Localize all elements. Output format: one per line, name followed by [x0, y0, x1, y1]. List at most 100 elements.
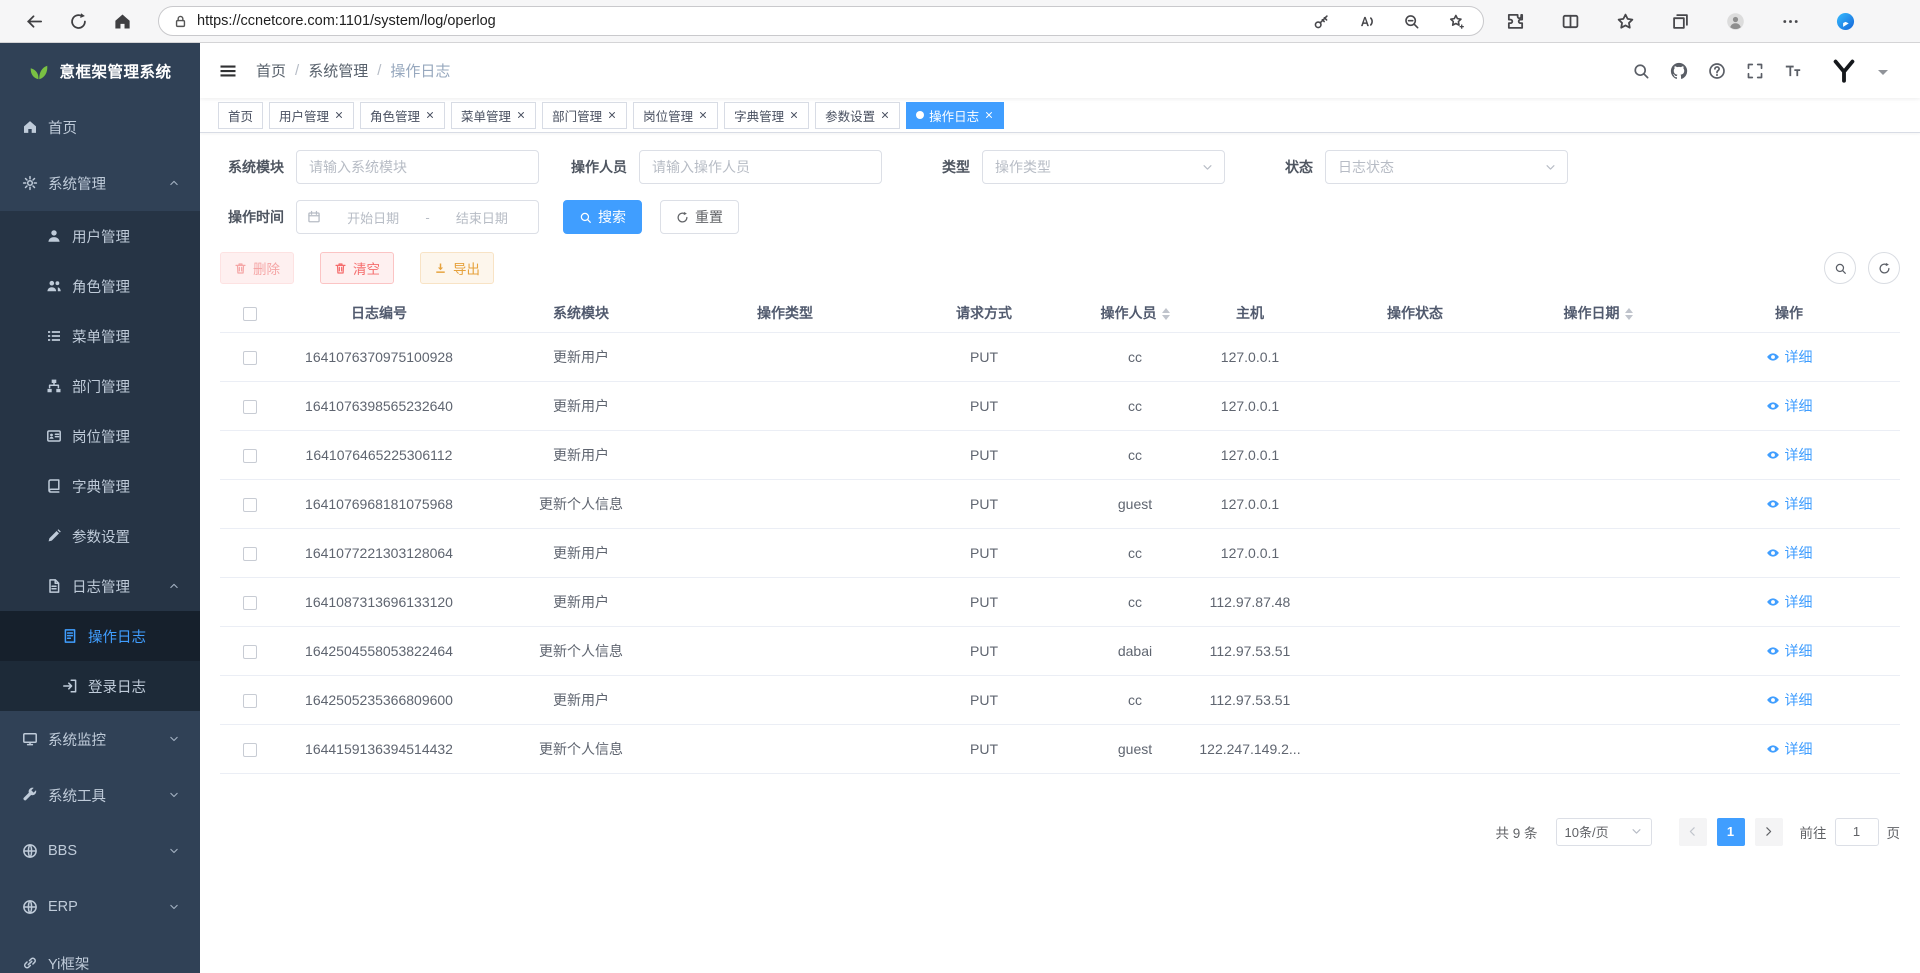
row-checkbox[interactable]: [243, 694, 257, 708]
tab-oper-log[interactable]: 操作日志: [906, 102, 1004, 129]
zoom-icon[interactable]: [1403, 13, 1420, 30]
sidebar-item-login-log[interactable]: 登录日志: [0, 661, 200, 711]
sidebar-item-bbs[interactable]: BBS: [0, 823, 200, 879]
toggle-search-button[interactable]: [1824, 252, 1856, 284]
extensions-icon[interactable]: [1506, 12, 1525, 31]
row-checkbox[interactable]: [243, 498, 257, 512]
reset-button[interactable]: 重置: [660, 200, 739, 234]
sidebar-item-oper-log[interactable]: 操作日志: [0, 611, 200, 661]
browser-home-button[interactable]: [100, 4, 144, 38]
sidebar-item-system-monitor[interactable]: 系统监控: [0, 711, 200, 767]
column-header-date[interactable]: 操作日期: [1518, 294, 1678, 332]
sort-caret-icon[interactable]: [1162, 308, 1170, 320]
select-all-checkbox[interactable]: [243, 307, 257, 321]
sidebar-item-dict-mgmt[interactable]: 字典管理: [0, 461, 200, 511]
operator-filter-input[interactable]: [639, 150, 882, 184]
add-favorite-star-icon[interactable]: [1448, 13, 1465, 30]
fullscreen-icon[interactable]: [1746, 62, 1764, 80]
row-checkbox[interactable]: [243, 449, 257, 463]
tab-close-icon[interactable]: [789, 110, 799, 120]
table-refresh-button[interactable]: [1868, 252, 1900, 284]
sidebar-item-param-settings[interactable]: 参数设置: [0, 511, 200, 561]
detail-link[interactable]: 详细: [1766, 592, 1813, 612]
sidebar-item-system-tools[interactable]: 系统工具: [0, 767, 200, 823]
export-button[interactable]: 导出: [420, 252, 494, 284]
user-menu-caret-icon[interactable]: [1878, 70, 1888, 80]
row-checkbox[interactable]: [243, 743, 257, 757]
sidebar-item-erp[interactable]: ERP: [0, 879, 200, 935]
row-checkbox[interactable]: [243, 596, 257, 610]
sidebar-item-menu-mgmt[interactable]: 菜单管理: [0, 311, 200, 361]
row-checkbox[interactable]: [243, 400, 257, 414]
detail-link[interactable]: 详细: [1766, 445, 1813, 465]
goto-page-input[interactable]: [1835, 818, 1879, 846]
url-text[interactable]: https://ccnetcore.com:1101/system/log/op…: [197, 13, 1313, 29]
favorites-bar-icon[interactable]: [1616, 12, 1635, 31]
column-header-operator[interactable]: 操作人员: [1082, 294, 1188, 332]
detail-link[interactable]: 详细: [1766, 739, 1813, 759]
tab-home[interactable]: 首页: [218, 102, 263, 129]
sidebar-item-dept-mgmt[interactable]: 部门管理: [0, 361, 200, 411]
page-size-select[interactable]: 10条/页: [1556, 818, 1652, 846]
sidebar-item-yi-framework[interactable]: Yi框架: [0, 935, 200, 973]
tab-close-icon[interactable]: [425, 110, 435, 120]
user-avatar[interactable]: [1830, 57, 1858, 85]
end-date-placeholder[interactable]: 结束日期: [436, 208, 528, 227]
delete-button[interactable]: 删除: [220, 252, 294, 284]
sidebar-toggle-icon[interactable]: [218, 61, 238, 81]
password-manager-icon[interactable]: [1313, 13, 1330, 30]
tab-dict-mgmt[interactable]: 字典管理: [724, 102, 809, 129]
tab-menu-mgmt[interactable]: 菜单管理: [451, 102, 536, 129]
tab-role-mgmt[interactable]: 角色管理: [360, 102, 445, 129]
help-icon[interactable]: [1708, 62, 1726, 80]
tab-post-mgmt[interactable]: 岗位管理: [633, 102, 718, 129]
sidebar-item-system-mgmt[interactable]: 系统管理: [0, 155, 200, 211]
next-page-button[interactable]: [1755, 818, 1783, 846]
status-select[interactable]: 日志状态: [1325, 150, 1568, 184]
date-range-picker[interactable]: 开始日期 - 结束日期: [296, 200, 539, 234]
tab-close-icon[interactable]: [516, 110, 526, 120]
sidebar-item-post-mgmt[interactable]: 岗位管理: [0, 411, 200, 461]
tab-close-icon[interactable]: [607, 110, 617, 120]
detail-link[interactable]: 详细: [1766, 543, 1813, 563]
collections-icon[interactable]: [1671, 12, 1690, 31]
tab-close-icon[interactable]: [984, 110, 994, 120]
sidebar-item-log-mgmt[interactable]: 日志管理: [0, 561, 200, 611]
tab-close-icon[interactable]: [334, 110, 344, 120]
sidebar-item-home[interactable]: 首页: [0, 99, 200, 155]
sidebar-item-role-mgmt[interactable]: 角色管理: [0, 261, 200, 311]
detail-link[interactable]: 详细: [1766, 494, 1813, 514]
bing-icon[interactable]: [1836, 12, 1855, 31]
github-icon[interactable]: [1670, 62, 1688, 80]
font-size-icon[interactable]: [1784, 62, 1802, 80]
split-screen-icon[interactable]: [1561, 12, 1580, 31]
clear-button[interactable]: 清空: [320, 252, 394, 284]
tab-dept-mgmt[interactable]: 部门管理: [542, 102, 627, 129]
breadcrumb-item[interactable]: 首页: [256, 60, 286, 81]
start-date-placeholder[interactable]: 开始日期: [327, 208, 419, 227]
browser-reload-button[interactable]: [56, 4, 100, 38]
prev-page-button[interactable]: [1679, 818, 1707, 846]
row-checkbox[interactable]: [243, 351, 257, 365]
tab-close-icon[interactable]: [880, 110, 890, 120]
tab-close-icon[interactable]: [698, 110, 708, 120]
browser-back-button[interactable]: [12, 4, 56, 38]
page-1-button[interactable]: 1: [1717, 818, 1745, 846]
detail-link[interactable]: 详细: [1766, 641, 1813, 661]
tab-user-mgmt[interactable]: 用户管理: [269, 102, 354, 129]
browser-more-menu-icon[interactable]: [1781, 12, 1800, 31]
sort-caret-icon[interactable]: [1625, 308, 1633, 320]
detail-link[interactable]: 详细: [1766, 347, 1813, 367]
row-checkbox[interactable]: [243, 547, 257, 561]
row-checkbox[interactable]: [243, 645, 257, 659]
breadcrumb-item[interactable]: 系统管理: [308, 60, 368, 81]
detail-link[interactable]: 详细: [1766, 396, 1813, 416]
tab-param-settings[interactable]: 参数设置: [815, 102, 900, 129]
module-filter-input[interactable]: [296, 150, 539, 184]
browser-profile-avatar[interactable]: [1726, 12, 1745, 31]
search-button[interactable]: 搜索: [563, 200, 642, 234]
sidebar-item-user-mgmt[interactable]: 用户管理: [0, 211, 200, 261]
address-bar[interactable]: https://ccnetcore.com:1101/system/log/op…: [158, 6, 1484, 36]
type-select[interactable]: 操作类型: [982, 150, 1225, 184]
header-search-icon[interactable]: [1632, 62, 1650, 80]
